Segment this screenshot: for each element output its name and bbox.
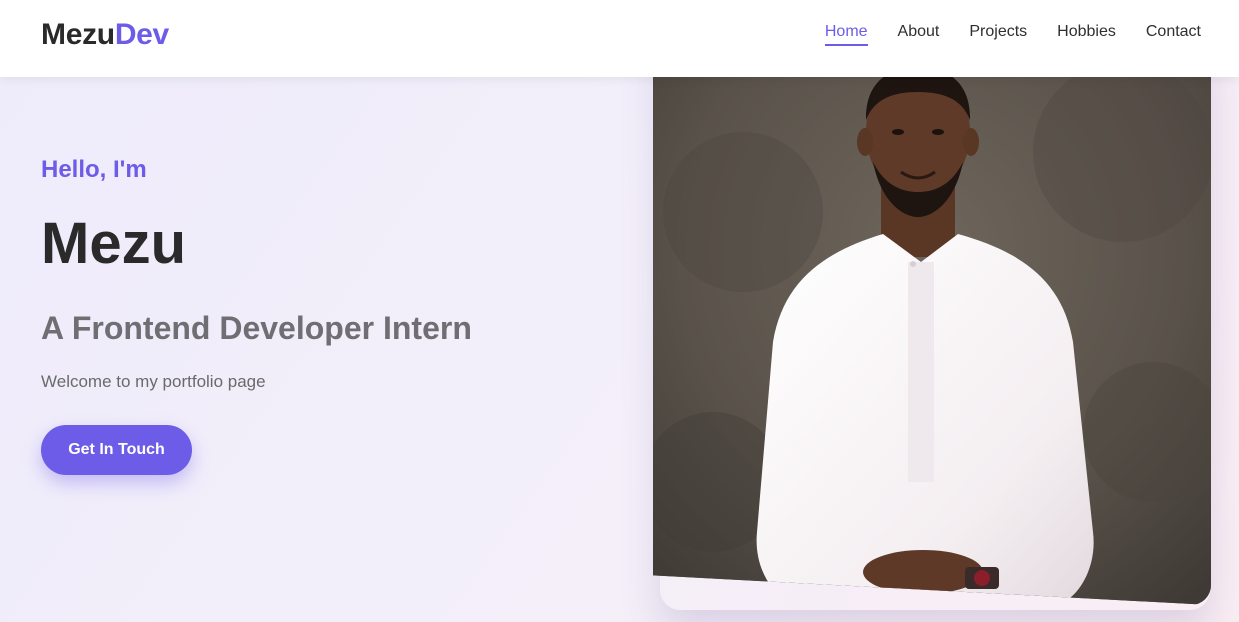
site-logo[interactable]: MezuDev <box>41 18 169 52</box>
logo-accent-text: Dev <box>114 18 169 51</box>
portrait-photo <box>653 12 1211 605</box>
nav-link-contact[interactable]: Contact <box>1146 23 1201 46</box>
hero-role: A Frontend Developer Intern <box>41 310 472 346</box>
hero-welcome-text: Welcome to my portfolio page <box>41 372 266 391</box>
site-header: MezuDev Home About Projects Hobbies Cont… <box>0 0 1239 77</box>
nav-link-projects[interactable]: Projects <box>969 23 1027 46</box>
hero-greeting: Hello, I'm <box>41 156 147 183</box>
nav-link-home[interactable]: Home <box>824 23 868 46</box>
hero-name: Mezu <box>41 211 186 276</box>
nav-link-hobbies[interactable]: Hobbies <box>1057 23 1116 46</box>
main-nav: Home About Projects Hobbies Contact <box>824 23 1201 46</box>
get-in-touch-button[interactable]: Get In Touch <box>41 425 192 475</box>
logo-main-text: Mezu <box>41 18 115 51</box>
nav-link-about[interactable]: About <box>898 23 940 46</box>
